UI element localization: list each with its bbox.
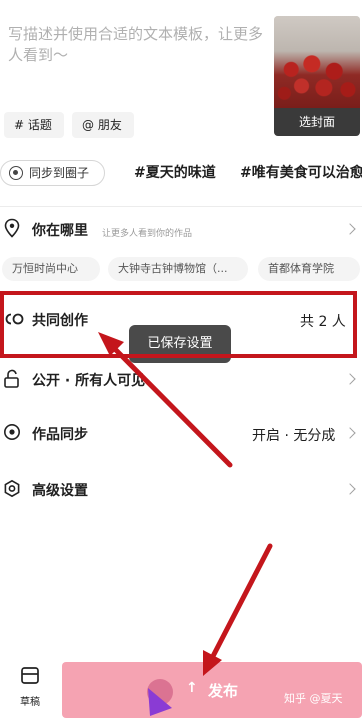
co-create-count: 共 2 人 xyxy=(300,314,346,330)
circle-radio-icon xyxy=(9,166,23,180)
location-title: 你在哪里 xyxy=(32,223,88,239)
hashtag-suggestion[interactable]: #夏天的味道 xyxy=(134,162,216,182)
location-suggestion-chip[interactable]: 万恒时尚中心 xyxy=(2,257,100,281)
work-sync-title: 作品同步 xyxy=(32,427,88,443)
sync-circle-icon xyxy=(4,424,20,440)
work-sync-row[interactable]: 作品同步 开启 · 无分成 xyxy=(0,420,362,450)
drafts-label: 草稿 xyxy=(20,697,40,708)
advanced-settings-title: 高级设置 xyxy=(32,483,88,499)
location-suggestion-chip[interactable]: 首都体育学院 xyxy=(258,257,360,281)
work-sync-value: 开启 · 无分成 xyxy=(252,428,336,444)
drafts-box-icon xyxy=(21,667,39,684)
chevron-right-icon xyxy=(344,373,356,385)
cover-picker[interactable]: 选封面 xyxy=(274,16,360,136)
mention-friend-chip[interactable]: @ 朋友 xyxy=(72,112,134,138)
settings-hexagon-icon xyxy=(4,479,20,498)
location-subtitle: 让更多人看到你的作品 xyxy=(102,229,193,239)
visibility-row[interactable]: 公开 · 所有人可见 xyxy=(0,366,362,396)
location-pin-icon xyxy=(4,218,20,238)
co-create-icon xyxy=(5,313,24,325)
sync-to-circle-button[interactable]: 同步到圈子 xyxy=(0,160,105,186)
description-input[interactable]: 写描述并使用合适的文本模板，让更多人看到～ xyxy=(8,24,270,66)
section-divider xyxy=(0,206,362,207)
hashtag-suggestion[interactable]: #唯有美食可以治愈 xyxy=(240,162,362,182)
advanced-settings-row[interactable]: 高级设置 xyxy=(0,476,362,506)
watermark: 知乎 @夏天 xyxy=(284,692,343,705)
chevron-right-icon xyxy=(344,483,356,495)
publish-label: 发布 xyxy=(208,682,239,700)
unlock-icon xyxy=(4,369,19,388)
chevron-right-icon xyxy=(344,223,356,235)
chevron-right-icon xyxy=(344,427,356,439)
publish-icon: ↑ xyxy=(186,680,198,696)
cover-select-label[interactable]: 选封面 xyxy=(274,108,360,136)
location-suggestion-chip[interactable]: 大钟寺古钟博物馆（... xyxy=(108,257,248,281)
sync-to-circle-label: 同步到圈子 xyxy=(29,166,90,180)
saved-toast: 已保存设置 xyxy=(129,325,231,363)
visibility-title: 公开 · 所有人可见 xyxy=(32,373,146,389)
drafts-button[interactable]: 草稿 xyxy=(10,666,50,708)
topic-chip[interactable]: # 话题 xyxy=(4,112,64,138)
cover-thumbnail xyxy=(274,16,360,108)
co-create-title: 共同创作 xyxy=(32,313,88,329)
